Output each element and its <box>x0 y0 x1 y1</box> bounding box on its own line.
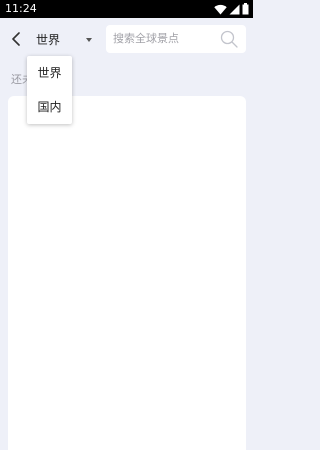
signal-icon <box>229 4 240 15</box>
region-select[interactable]: 世界 <box>36 28 98 52</box>
status-icons <box>214 3 249 15</box>
search-input[interactable]: 搜索全球景点 <box>106 25 246 53</box>
back-button[interactable] <box>6 28 26 52</box>
region-dropdown-menu: 世界 国内 <box>27 56 72 124</box>
battery-icon <box>242 3 249 15</box>
caret-down-icon <box>86 38 92 42</box>
dropdown-item-domestic[interactable]: 国内 <box>27 90 72 124</box>
status-bar: 11:24 <box>0 0 253 18</box>
content-panel <box>8 96 246 450</box>
search-placeholder: 搜索全球景点 <box>113 32 179 45</box>
chevron-left-icon <box>11 31 21 50</box>
region-selected-label: 世界 <box>36 33 61 47</box>
dropdown-item-world[interactable]: 世界 <box>27 56 72 90</box>
wifi-icon <box>214 4 227 15</box>
search-icon[interactable] <box>220 30 238 48</box>
status-time: 11:24 <box>5 2 37 15</box>
